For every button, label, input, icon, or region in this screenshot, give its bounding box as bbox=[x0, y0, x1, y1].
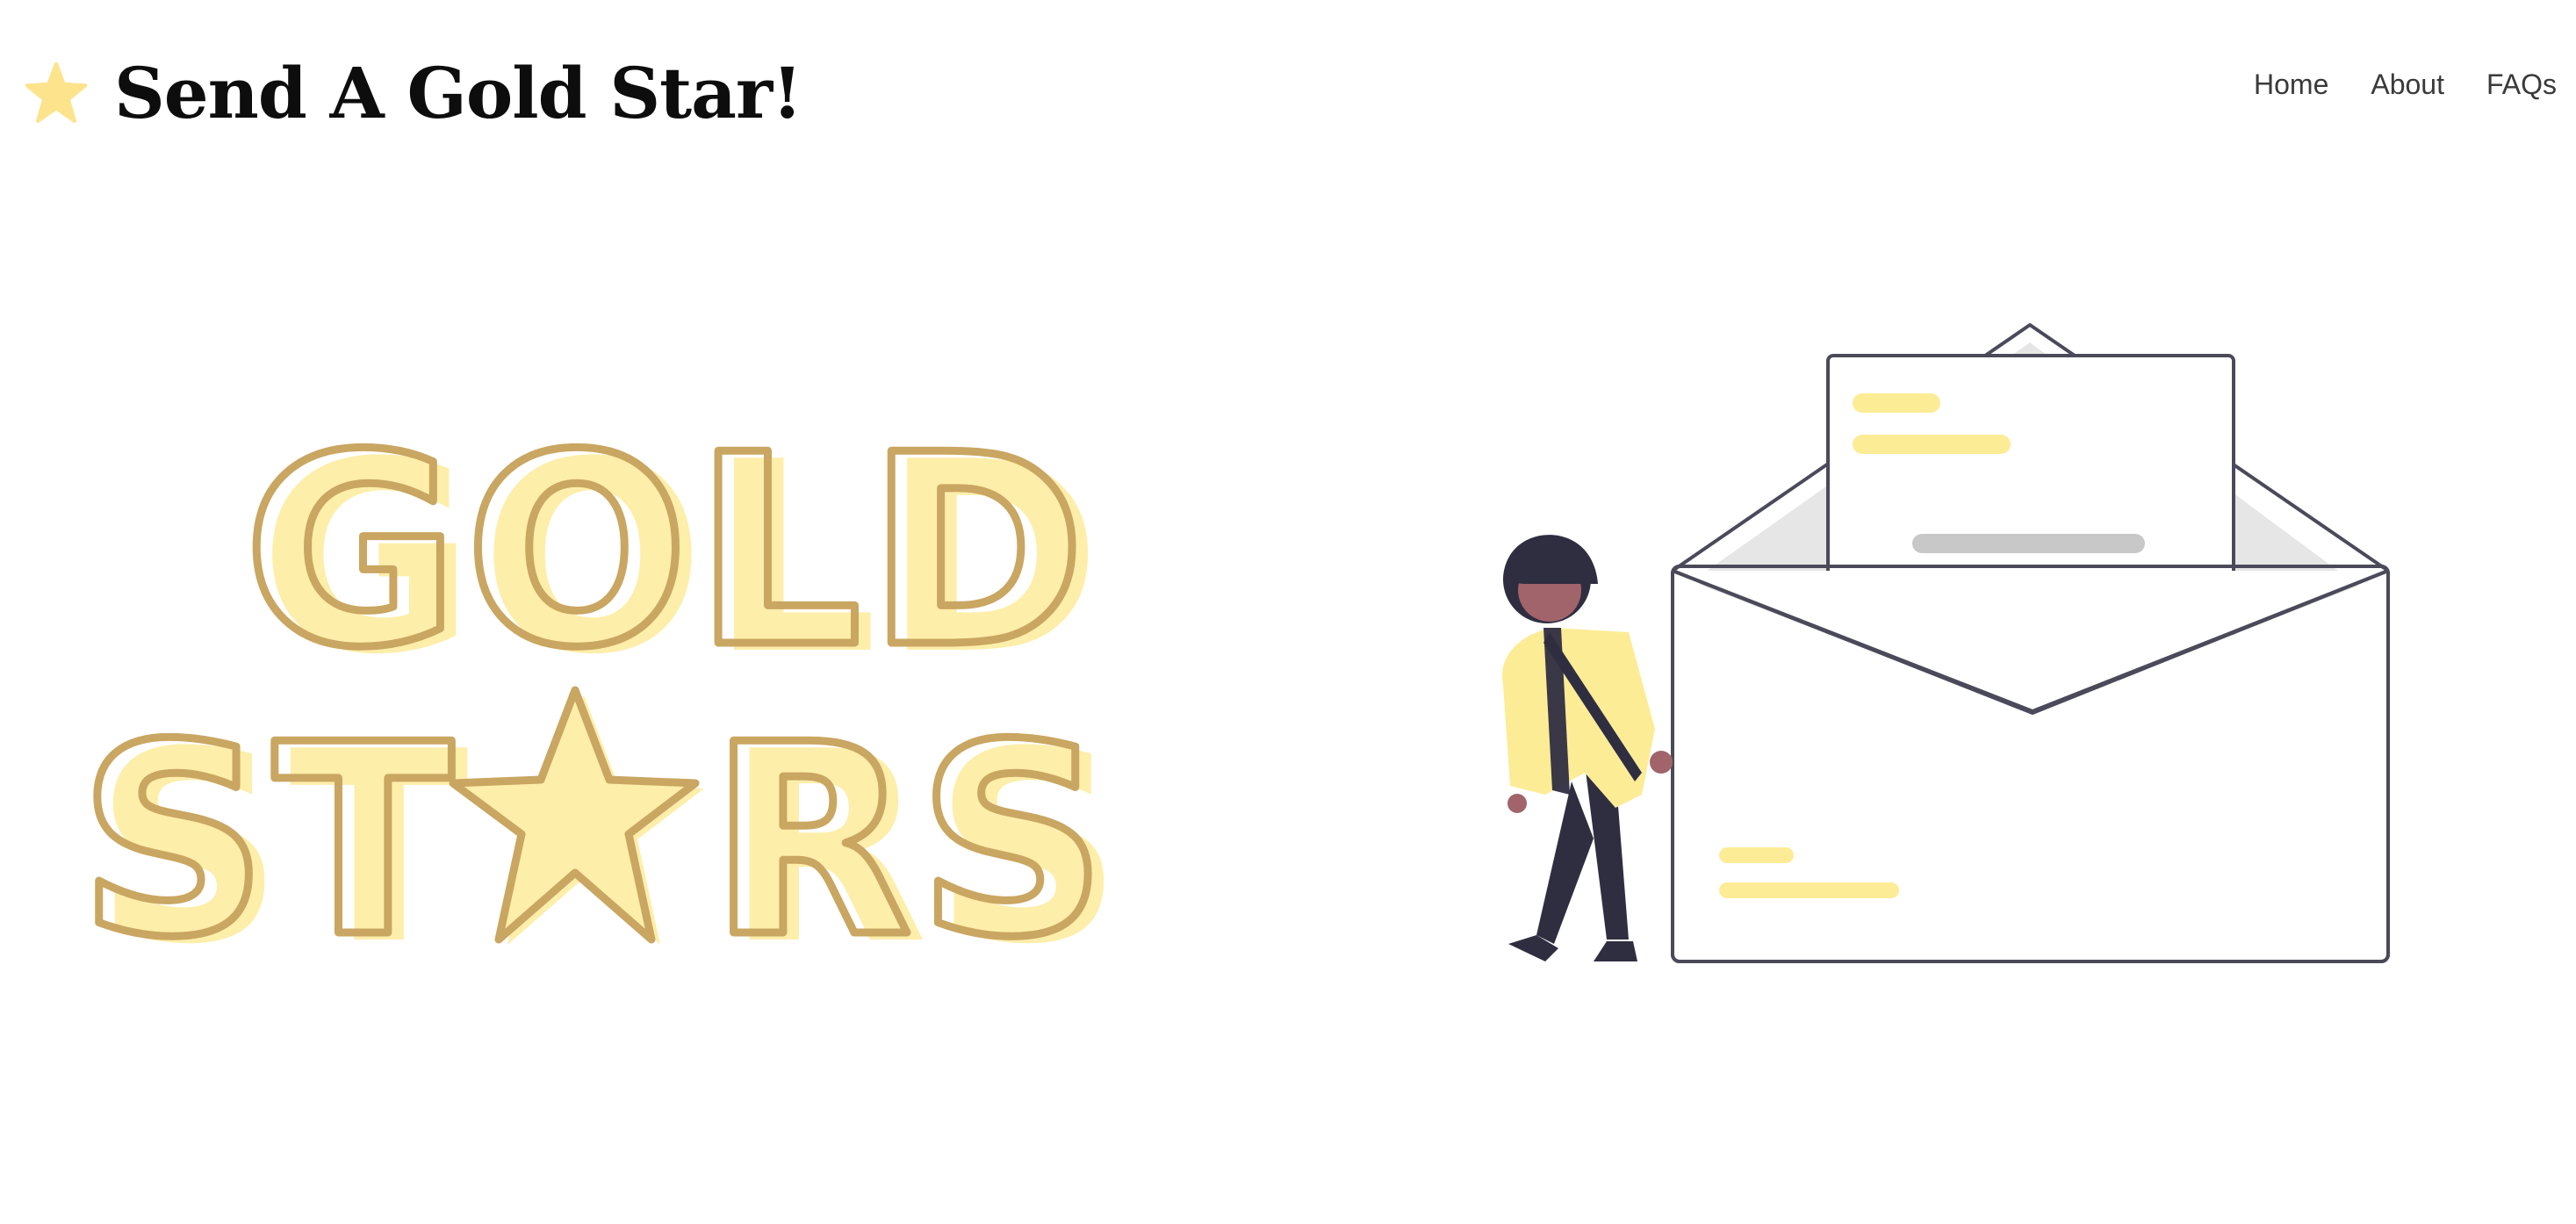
gold-stars-wordmark: GOLD GOLD ST ST RS RS bbox=[88, 413, 1123, 975]
wordmark-line2-left: ST bbox=[88, 688, 458, 975]
person bbox=[1501, 535, 1673, 961]
nav-about-link[interactable]: About bbox=[2371, 68, 2444, 101]
wordmark-line1: GOLD bbox=[243, 413, 1090, 705]
nav-home-link[interactable]: Home bbox=[2254, 68, 2328, 101]
main-nav: Home About FAQs bbox=[2254, 68, 2557, 101]
person-with-envelope-illustration bbox=[1440, 316, 2414, 975]
nav-faqs-link[interactable]: FAQs bbox=[2486, 68, 2557, 101]
wordmark-line2-right: RS bbox=[709, 688, 1112, 975]
illustration-svg bbox=[1501, 323, 2390, 963]
star-icon bbox=[449, 686, 704, 945]
site-title[interactable]: Send A Gold Star! bbox=[114, 58, 802, 128]
hero-title-graphic: GOLD GOLD ST ST RS RS bbox=[88, 413, 1247, 975]
envelope-front bbox=[1671, 565, 2390, 963]
site-header: Send A Gold Star! Home About FAQs bbox=[0, 0, 2576, 184]
star-icon bbox=[25, 61, 88, 123]
brand[interactable]: Send A Gold Star! bbox=[25, 58, 802, 128]
